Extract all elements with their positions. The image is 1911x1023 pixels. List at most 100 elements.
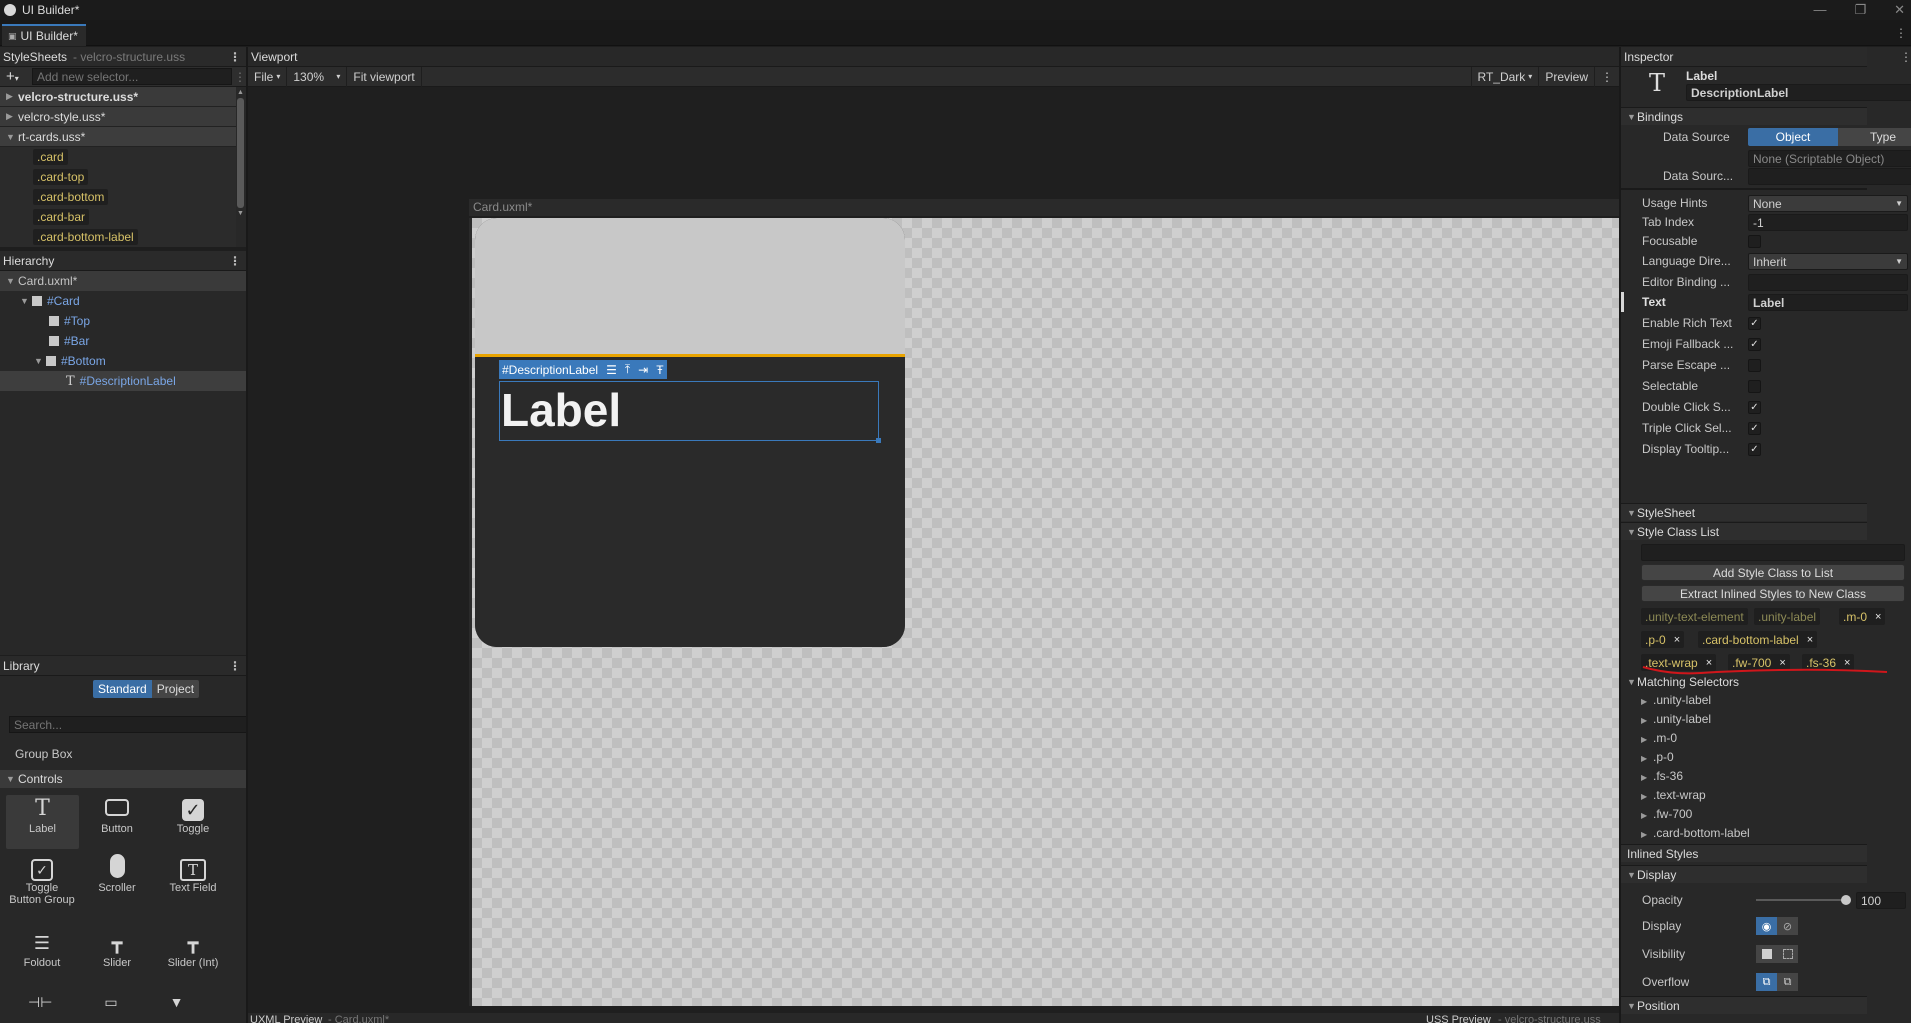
usage-hints-dropdown[interactable]: None ▼ [1748, 195, 1908, 212]
overflow-toggle-group[interactable]: ⧉ ⧉ [1756, 973, 1798, 991]
collapse-arrow-icon[interactable]: ▼ [1627, 677, 1637, 687]
add-style-class-button[interactable]: Add Style Class to List [1641, 564, 1905, 581]
align-top-icon[interactable]: ⤒ [625, 362, 630, 377]
hierarchy-menu-icon[interactable]: ⋮ [229, 254, 241, 268]
language-direction-dropdown[interactable]: Inherit ▼ [1748, 253, 1908, 270]
collapse-arrow-icon[interactable]: ▼ [6, 276, 18, 286]
card[interactable]: #DescriptionLabel ☰ ⤒ ⇥ Ŧ Label [475, 218, 905, 647]
text-property-field[interactable]: Label [1748, 294, 1908, 311]
visibility-hidden-icon[interactable] [1777, 945, 1798, 963]
remove-class-icon[interactable]: × [1807, 634, 1813, 646]
position-section[interactable]: ▼ Position [1621, 996, 1867, 1014]
expand-arrow-icon[interactable]: ▶ [1641, 735, 1653, 744]
element-name-field[interactable]: DescriptionLabel [1686, 84, 1911, 101]
selector-options-icon[interactable]: ⋮ [234, 70, 246, 84]
overflow-hidden-icon[interactable]: ⧉ [1777, 973, 1798, 991]
tab-ui-builder[interactable]: ▣ UI Builder* [2, 24, 86, 46]
selector-card-bottom[interactable]: .card-bottom [33, 189, 109, 205]
inspector-menu-icon[interactable]: ⋮ [1900, 50, 1911, 64]
display-tooltip-checkbox[interactable]: ✓ [1748, 442, 1761, 456]
focusable-checkbox[interactable] [1748, 234, 1761, 248]
hierarchy-item-card[interactable]: ▼ #Card [0, 291, 246, 311]
stylesheets-menu-icon[interactable]: ⋮ [229, 50, 241, 64]
file-menu[interactable]: File ▾ [248, 66, 288, 87]
matching-selector-item[interactable]: ▶ .unity-label [1641, 712, 1711, 726]
selector-row[interactable]: .card-bottom-label [0, 227, 236, 247]
add-selector-input[interactable] [32, 68, 232, 85]
dropdown-icon[interactable]: ▼ [170, 994, 184, 1011]
data-source-path-field[interactable] [1748, 168, 1911, 185]
hierarchy-item-bar[interactable]: #Bar [0, 331, 246, 351]
collapse-arrow-icon[interactable]: ▼ [1627, 1001, 1637, 1011]
collapse-arrow-icon[interactable]: ▼ [1627, 508, 1637, 518]
bindings-section[interactable]: ▼ Bindings [1621, 107, 1867, 125]
collapse-arrow-icon[interactable]: ▼ [6, 774, 18, 784]
selector-card[interactable]: .card [33, 149, 68, 165]
maximize-icon[interactable]: ❐ [1854, 2, 1866, 18]
collapse-arrow-icon[interactable]: ▼ [1627, 870, 1637, 880]
class-chip-unity-text-element[interactable]: .unity-text-element [1641, 608, 1748, 625]
library-item-button[interactable]: Button [87, 795, 147, 849]
display-none-eye-icon[interactable]: ⊘ [1777, 917, 1798, 935]
emoji-fallback-checkbox[interactable]: ✓ [1748, 337, 1761, 351]
library-item-label[interactable]: T Label [6, 795, 79, 849]
collapse-arrow-icon[interactable]: ▼ [6, 132, 18, 142]
preview-button[interactable]: Preview [1539, 66, 1595, 87]
double-click-checkbox[interactable]: ✓ [1748, 400, 1761, 414]
uxml-preview-title[interactable]: UXML Preview [250, 1015, 322, 1023]
expand-arrow-icon[interactable]: ▶ [1641, 811, 1653, 820]
selector-row[interactable]: .card-bar [0, 207, 236, 227]
selector-card-bottom-label[interactable]: .card-bottom-label [33, 229, 138, 245]
stylesheet-rt-cards[interactable]: ▼ rt-cards.uss* [0, 127, 236, 147]
hierarchy-item-root[interactable]: ▼ Card.uxml* [0, 271, 246, 291]
collapse-arrow-icon[interactable]: ▼ [1627, 112, 1637, 122]
library-menu-icon[interactable]: ⋮ [229, 659, 241, 673]
uss-preview-title[interactable]: USS Preview [1426, 1015, 1491, 1023]
resize-handle[interactable] [876, 438, 881, 443]
description-label[interactable]: Label [499, 381, 881, 443]
add-selector-plus-icon[interactable]: +▾ [0, 68, 32, 85]
selectable-checkbox[interactable] [1748, 379, 1761, 393]
expand-arrow-icon[interactable]: ▶ [1641, 773, 1653, 782]
library-item-slider[interactable]: ┳ Slider [87, 929, 147, 983]
opacity-field[interactable]: 100 [1856, 892, 1906, 909]
matching-selector-item[interactable]: ▶ .unity-label [1641, 693, 1711, 707]
remove-class-icon[interactable]: × [1674, 634, 1680, 646]
extract-inlined-styles-button[interactable]: Extract Inlined Styles to New Class [1641, 585, 1905, 602]
card-bottom[interactable]: #DescriptionLabel ☰ ⤒ ⇥ Ŧ Label [475, 357, 905, 647]
matching-selector-item[interactable]: ▶ .text-wrap [1641, 788, 1706, 802]
hierarchy-item-description-label[interactable]: T #DescriptionLabel [0, 371, 246, 391]
min-max-slider-icon[interactable]: ⊣⊢ [28, 994, 52, 1011]
hierarchy-item-top[interactable]: #Top [0, 311, 246, 331]
expand-arrow-icon[interactable]: ▶ [6, 91, 18, 102]
align-left-icon[interactable]: ☰ [606, 363, 617, 377]
stylesheet-velcro-style[interactable]: ▶ velcro-style.uss* [0, 107, 236, 127]
data-source-object-field[interactable]: None (Scriptable Object) [1748, 150, 1911, 167]
matching-selector-item[interactable]: ▶ .p-0 [1641, 750, 1674, 764]
matching-selectors-section[interactable]: ▼ Matching Selectors [1621, 673, 1867, 691]
matching-selector-item[interactable]: ▶ .m-0 [1641, 731, 1677, 745]
fit-viewport-button[interactable]: Fit viewport [347, 66, 422, 87]
data-source-type-tab[interactable]: Type [1838, 128, 1911, 146]
class-chip-card-bottom-label[interactable]: .card-bottom-label × [1698, 631, 1818, 648]
visibility-toggle-group[interactable] [1756, 945, 1798, 963]
visibility-visible-icon[interactable] [1756, 945, 1777, 963]
collapse-arrow-icon[interactable]: ▼ [34, 356, 46, 366]
opacity-slider[interactable] [1756, 895, 1851, 905]
expand-arrow-icon[interactable]: ▶ [1641, 697, 1653, 706]
selector-card-top[interactable]: .card-top [33, 169, 89, 185]
theme-dropdown[interactable]: RT_Dark ▾ [1470, 66, 1540, 87]
display-section[interactable]: ▼ Display [1621, 865, 1867, 883]
inlined-styles-section[interactable]: Inlined Styles [1621, 844, 1867, 862]
style-class-list-section[interactable]: ▼ Style Class List [1621, 522, 1867, 540]
minimize-icon[interactable]: — [1813, 2, 1826, 18]
matching-selector-item[interactable]: ▶ .card-bottom-label [1641, 826, 1750, 840]
library-tab-standard[interactable]: Standard [93, 680, 152, 698]
expand-arrow-icon[interactable]: ▶ [1641, 830, 1653, 839]
selector-row[interactable]: .card [0, 147, 236, 167]
class-chip-m-0[interactable]: .m-0 × [1839, 608, 1886, 625]
progress-bar-icon[interactable]: ▭ [104, 994, 117, 1011]
matching-selector-item[interactable]: ▶ .fw-700 [1641, 807, 1692, 821]
viewport-menu-icon[interactable]: ⋮ [1595, 67, 1619, 87]
collapse-arrow-icon[interactable]: ▼ [20, 296, 32, 306]
